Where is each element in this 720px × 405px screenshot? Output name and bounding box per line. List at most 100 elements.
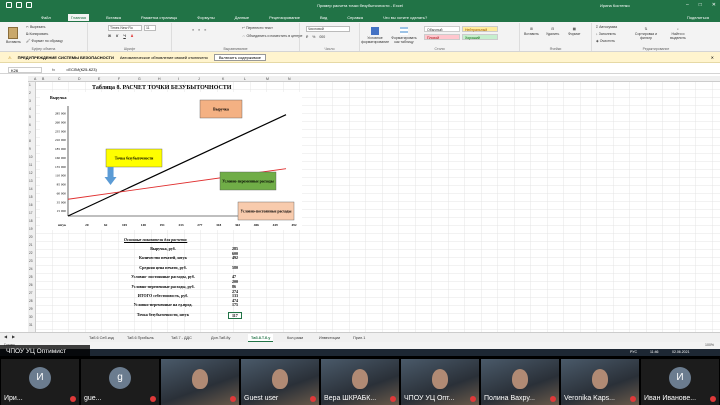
column-header[interactable]: G — [138, 77, 141, 81]
sheet-tab[interactable]: Прил.1 — [350, 334, 368, 342]
column-header[interactable]: N — [288, 77, 291, 81]
row-header[interactable]: 15 — [29, 195, 33, 199]
row-header[interactable]: 17 — [29, 211, 33, 215]
minimize-icon[interactable]: – — [686, 2, 689, 8]
column-header[interactable]: D — [78, 77, 81, 81]
column-header[interactable]: F — [118, 77, 120, 81]
column-header[interactable]: C — [58, 77, 61, 81]
row-header[interactable]: 2 — [29, 91, 31, 95]
tell-me-search[interactable]: Что вы хотите сделать? — [380, 14, 430, 21]
column-header[interactable]: E — [98, 77, 100, 81]
style-good[interactable]: Хороший — [462, 34, 498, 40]
scroll-right-icon[interactable]: ▶ — [12, 334, 15, 339]
font-name-select[interactable]: Times New Ro — [108, 25, 142, 31]
sort-filter-button[interactable]: ⇅ Сортировка и фильтр — [632, 27, 660, 40]
calc-value[interactable]: 117 — [228, 311, 242, 319]
sheet-tab[interactable]: Таб.6 Прибыль — [124, 334, 157, 342]
save-icon[interactable] — [6, 2, 12, 8]
thousands-icon[interactable]: 000 — [319, 35, 325, 39]
delete-cells-button[interactable]: ⊟ Удалить — [546, 27, 559, 36]
copy-button[interactable]: ⧉ Копировать — [26, 32, 48, 36]
find-select-button[interactable]: ⌕ Найти и выделить — [664, 27, 692, 40]
participant-tile[interactable]: ЧПОУ УЦ Опт... — [401, 359, 479, 405]
italic-icon[interactable]: К — [116, 34, 118, 38]
style-bad[interactable]: Плохой — [424, 34, 460, 40]
paste-button[interactable]: Вставить — [6, 27, 21, 44]
row-header[interactable]: 26 — [29, 283, 33, 287]
percent-icon[interactable]: % — [312, 35, 315, 39]
sheet-tab[interactable]: Инвестиции — [316, 334, 343, 342]
row-header[interactable]: 4 — [29, 107, 31, 111]
sheet-tab[interactable]: Доп.Таб.8у — [208, 334, 233, 342]
row-header[interactable]: 13 — [29, 179, 33, 183]
row-header[interactable]: 24 — [29, 267, 33, 271]
tab-help[interactable]: Справка — [344, 14, 366, 21]
row-header[interactable]: 8 — [29, 139, 31, 143]
participant-tile[interactable] — [161, 359, 239, 405]
sheet-tab[interactable]: Таб.8.Т.б.у — [248, 334, 274, 342]
row-header[interactable]: 21 — [29, 243, 33, 247]
participant-tile[interactable]: Veronika Kaps... — [561, 359, 639, 405]
column-header[interactable]: L — [244, 77, 246, 81]
tab-formulas[interactable]: Формулы — [194, 14, 217, 21]
row-header[interactable]: 27 — [29, 291, 33, 295]
calc-value[interactable]: 492 — [232, 255, 238, 260]
tab-insert[interactable]: Вставка — [103, 14, 124, 21]
row-header[interactable]: 19 — [29, 227, 33, 231]
column-header[interactable]: H — [158, 77, 161, 81]
row-header[interactable]: 7 — [29, 131, 31, 135]
column-header[interactable]: I — [178, 77, 179, 81]
style-neutral[interactable]: Нейтральный — [462, 26, 498, 32]
clock-time[interactable]: 11:46 — [650, 350, 659, 354]
column-header[interactable]: M — [266, 77, 269, 81]
tab-data[interactable]: Данные — [232, 14, 252, 21]
close-icon[interactable]: ✕ — [711, 55, 714, 60]
format-painter-button[interactable]: 🖌 Формат по образцу — [26, 39, 63, 43]
wrap-text-button[interactable]: ↵ Перенести текст — [242, 26, 273, 30]
row-header[interactable]: 20 — [29, 235, 33, 239]
row-header[interactable]: 12 — [29, 171, 33, 175]
breakeven-chart[interactable]: Выручка 15 000 35 000 60 000 85 000 110 000 13… — [40, 92, 302, 230]
maximize-icon[interactable]: □ — [699, 2, 702, 8]
participant-tile[interactable]: Полина Вахру... — [481, 359, 559, 405]
align-top-icon[interactable]: ≡ — [192, 28, 194, 32]
sheet-tab[interactable]: Кол.разм — [284, 334, 306, 342]
tab-review[interactable]: Рецензирование — [266, 14, 303, 21]
language-indicator[interactable]: РУС — [630, 350, 637, 354]
underline-icon[interactable]: Ч — [123, 34, 125, 38]
tab-home[interactable]: Главная — [67, 13, 90, 21]
insert-cells-button[interactable]: ⊞ Вставить — [524, 27, 539, 36]
format-cells-button[interactable]: ▦ Формат — [568, 27, 580, 36]
participant-tile[interactable]: Guest user — [241, 359, 319, 405]
row-header[interactable]: 30 — [29, 315, 33, 319]
merge-center-button[interactable]: ⇔ Объединить и поместить в центре — [242, 34, 302, 38]
calc-value[interactable]: 175 — [232, 302, 238, 307]
row-header[interactable]: 5 — [29, 115, 31, 119]
number-format-select[interactable]: Числовой — [306, 26, 350, 32]
column-header[interactable]: K — [222, 77, 224, 81]
currency-icon[interactable]: ₽ — [306, 35, 308, 39]
autosum-button[interactable]: Σ Автосумма — [596, 25, 617, 29]
share-button[interactable]: Поделиться — [684, 14, 712, 21]
tab-file[interactable]: Файл — [38, 14, 54, 21]
cut-button[interactable]: ✂ Вырезать — [26, 25, 46, 29]
row-header[interactable]: 10 — [29, 155, 33, 159]
participant-tile[interactable]: g gue... — [81, 359, 159, 405]
column-header[interactable]: A — [34, 77, 36, 81]
bold-icon[interactable]: Ж — [108, 34, 111, 38]
align-bottom-icon[interactable]: ≡ — [204, 28, 206, 32]
font-color-icon[interactable]: А — [131, 34, 134, 38]
formula-input[interactable]: =ЕСЛИ(К25-К23) — [66, 67, 97, 72]
row-header[interactable]: 6 — [29, 123, 31, 127]
row-header[interactable]: 28 — [29, 299, 33, 303]
row-header[interactable]: 14 — [29, 187, 33, 191]
row-header[interactable]: 18 — [29, 219, 33, 223]
scroll-left-icon[interactable]: ◀ — [4, 334, 7, 339]
tab-view[interactable]: Вид — [317, 14, 330, 21]
conditional-formatting-button[interactable]: Условное форматирование — [361, 27, 389, 44]
redo-icon[interactable] — [26, 2, 32, 8]
column-header[interactable]: B — [42, 77, 44, 81]
style-normal[interactable]: Обычный — [424, 26, 460, 32]
clock-date[interactable]: 02.06.2021 — [672, 350, 690, 354]
participant-tile[interactable]: Вера ШКРАБК... — [321, 359, 399, 405]
